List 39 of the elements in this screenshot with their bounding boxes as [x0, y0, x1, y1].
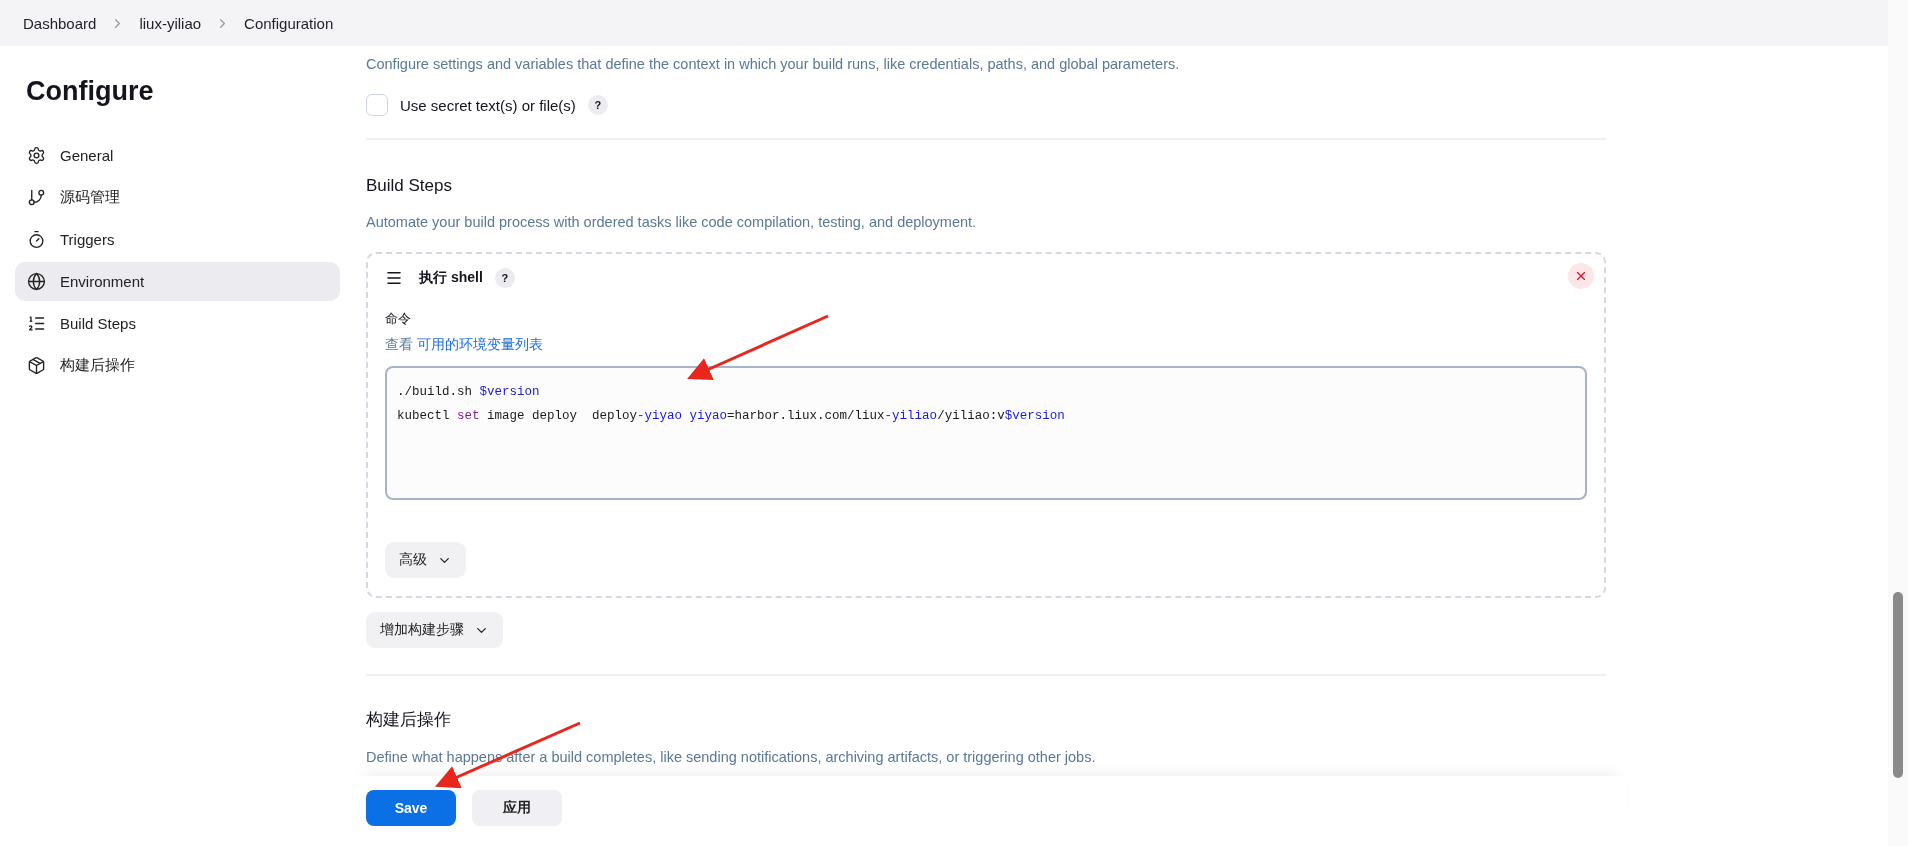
scrollbar-thumb[interactable] [1893, 592, 1903, 778]
globe-icon [27, 272, 46, 291]
env-vars-link[interactable]: 可用的环境变量列表 [416, 337, 543, 352]
breadcrumb-link[interactable]: Dashboard [19, 12, 101, 34]
section-title: 构建后操作 [366, 709, 451, 731]
settings-icon [27, 146, 46, 165]
code-line: ./build.sh $version [397, 384, 540, 401]
breadcrumb-link[interactable]: Configuration [240, 12, 338, 34]
step-title: 执行 shell [419, 269, 483, 287]
help-button[interactable]: ? [587, 95, 608, 115]
help-button[interactable]: ? [494, 268, 515, 288]
advanced-button[interactable]: 高级 [385, 542, 466, 578]
timer-icon [27, 230, 46, 249]
section-description: Configure settings and variables that define the context in which your build runs, like credentials, paths, and global parameters. [366, 56, 1181, 72]
link-prefix: 查看 [385, 337, 414, 352]
sidebar-item[interactable]: General [15, 136, 340, 175]
drag-handle-icon[interactable] [385, 269, 403, 287]
apply-button[interactable]: 应用 [472, 790, 562, 826]
page-title: Configure [26, 76, 154, 107]
package-icon [27, 356, 46, 375]
sidebar-item[interactable]: 构建后操作 [15, 346, 340, 385]
field-label: 命令 [385, 311, 411, 326]
save-button[interactable]: Save [366, 790, 456, 826]
checkbox-label: Use secret text(s) or file(s) [400, 96, 576, 114]
checkbox[interactable] [366, 94, 388, 116]
command-field[interactable]: ./build.sh $version kubectl set image deploy deploy-yiyao yiyao=harbor.liux.com/liux-yiliao/yiliao:v$version [385, 366, 1587, 500]
code-line: kubectl set image deploy deploy-yiyao yiyao=harbor.liux.com/liux-yiliao/yiliao:v$version [397, 408, 1065, 425]
section-description: Automate your build process with ordered tasks like code compilation, testing, and deployment. [366, 214, 978, 230]
delete-button[interactable] [1568, 263, 1594, 289]
sidebar-item[interactable]: Environment [15, 262, 340, 301]
close-icon [1574, 269, 1588, 283]
sidebar-item[interactable]: Build Steps [15, 304, 340, 343]
branch-icon [27, 188, 46, 207]
sidebar-item[interactable]: Triggers [15, 220, 340, 259]
section-title: Build Steps [366, 176, 452, 196]
add-step-button[interactable]: 增加构建步骤 [366, 612, 503, 648]
list-icon [27, 314, 46, 333]
breadcrumb-link[interactable]: liux-yiliao [135, 12, 206, 34]
sidebar-item[interactable]: 源码管理 [15, 178, 340, 217]
